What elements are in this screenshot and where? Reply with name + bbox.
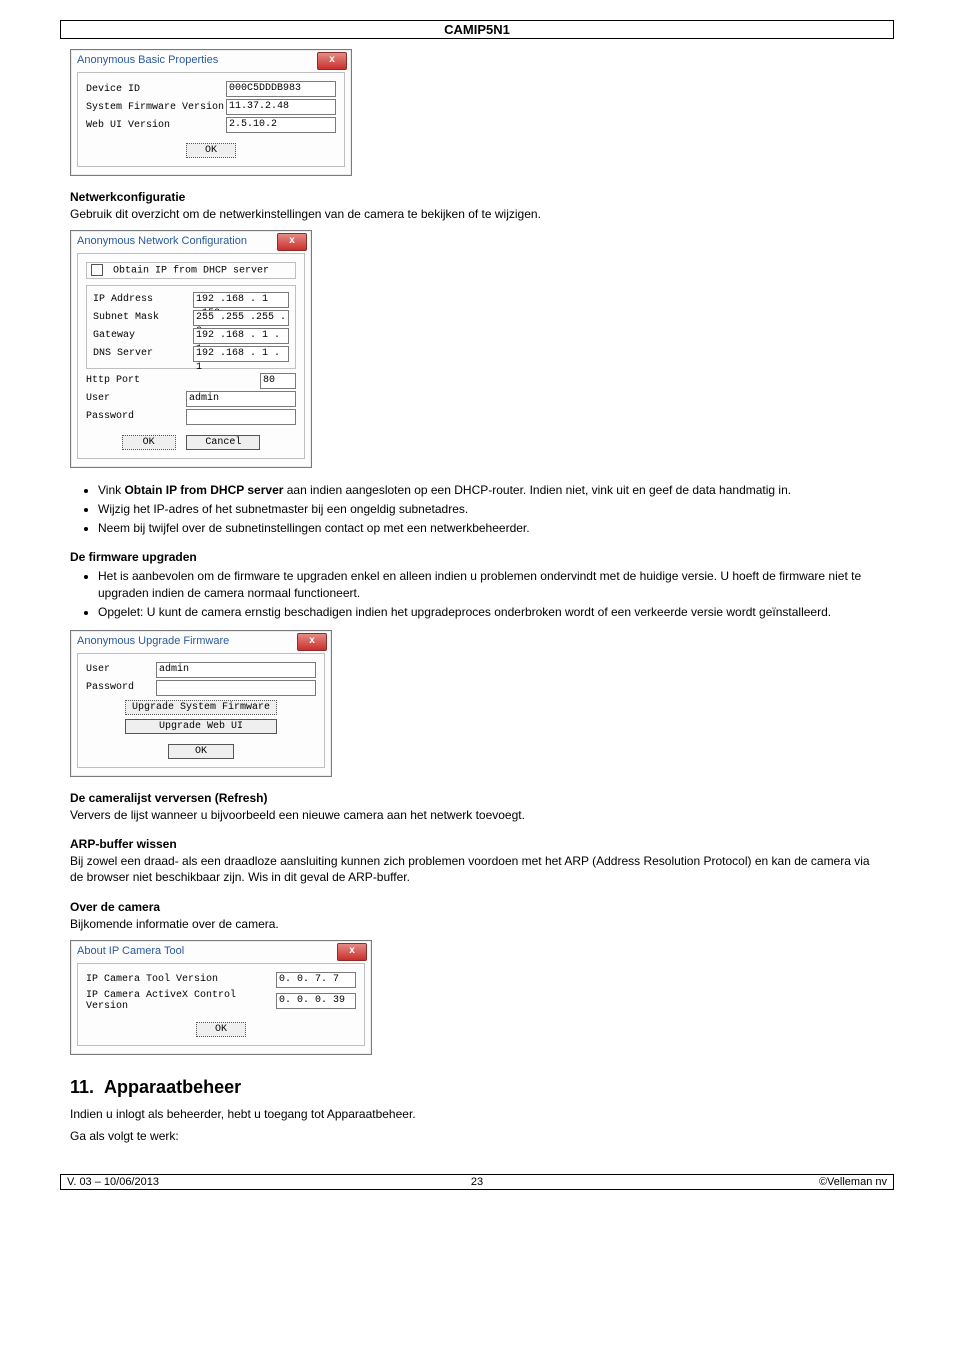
chapter-heading: 11. Apparaatbeheer [70,1077,884,1098]
dialog-basic-properties: Anonymous Basic Properties x Device ID 0… [70,49,352,176]
subnet-mask-input[interactable]: 255 .255 .255 . 0 [193,310,289,326]
dialog-title-text: Anonymous Upgrade Firmware [77,635,229,647]
ip-address-input[interactable]: 192 .168 . 1 .150 [193,292,289,308]
para-network-config: Gebruik dit overzicht om de netwerkinste… [70,206,884,222]
ip-address-label: IP Address [93,294,193,305]
dns-server-label: DNS Server [93,348,193,359]
chapter-number: 11. [70,1077,94,1097]
web-ui-version-value: 2.5.10.2 [226,117,336,133]
firmware-version-value: 11.37.2.48 [226,99,336,115]
list-item: Neem bij twijfel over de subnetinstellin… [98,520,884,536]
user-input[interactable]: admin [186,391,296,407]
dialog-title: About IP Camera Tool x [71,941,371,963]
page-header: CAMIP5N1 [60,20,894,39]
upgrade-system-firmware-button[interactable]: Upgrade System Firmware [125,700,277,715]
firmware-version-label: System Firmware Version [86,102,226,113]
dialog-upgrade-firmware: Anonymous Upgrade Firmware x User admin … [70,630,332,777]
heading-network-config: Netwerkconfiguratie [70,190,884,204]
dialog-title-text: About IP Camera Tool [77,945,184,957]
heading-arp-buffer: ARP-buffer wissen [70,837,884,851]
footer-version: V. 03 – 10/06/2013 [61,1175,338,1189]
dhcp-checkbox-row[interactable]: Obtain IP from DHCP server [86,262,296,279]
activex-version-label: IP Camera ActiveX Control Version [86,990,276,1012]
dns-server-input[interactable]: 192 .168 . 1 . 1 [193,346,289,362]
user-label: User [86,664,156,675]
heading-refresh-list: De cameralijst verversen (Refresh) [70,791,884,805]
device-id-label: Device ID [86,84,226,95]
device-id-value: 000C5DDDB983 [226,81,336,97]
tool-version-value: 0. 0. 7. 7 [276,972,356,988]
user-input[interactable]: admin [156,662,316,678]
http-port-input[interactable]: 80 [260,373,296,389]
para-about-camera: Bijkomende informatie over de camera. [70,916,884,932]
footer-page-number: 23 [338,1175,615,1189]
password-input[interactable] [156,680,316,696]
footer-copyright: ©Velleman nv [616,1175,893,1189]
dhcp-label: Obtain IP from DHCP server [113,266,269,277]
chapter-title: Apparaatbeheer [104,1077,241,1097]
dialog-title: Anonymous Network Configuration x [71,231,311,253]
password-label: Password [86,411,186,422]
ok-button[interactable]: OK [168,744,234,759]
dialog-title: Anonymous Basic Properties x [71,50,351,72]
cancel-button[interactable]: Cancel [186,435,260,450]
dialog-title-text: Anonymous Network Configuration [77,235,247,247]
checkbox-icon[interactable] [91,264,103,276]
http-port-label: Http Port [86,375,186,386]
para-refresh-list: Ververs de lijst wanneer u bijvoorbeeld … [70,807,884,823]
gateway-input[interactable]: 192 .168 . 1 . 1 [193,328,289,344]
close-icon[interactable]: x [337,943,367,961]
text: aan indien aangesloten op een DHCP-route… [283,483,791,497]
tool-version-label: IP Camera Tool Version [86,974,276,985]
text-bold: Obtain IP from DHCP server [124,483,283,497]
dialog-network-config: Anonymous Network Configuration x Obtain… [70,230,312,468]
close-icon[interactable]: x [277,233,307,251]
list-item: Wijzig het IP-adres of het subnetmaster … [98,501,884,517]
user-label: User [86,393,186,404]
ok-button[interactable]: OK [196,1022,246,1037]
para-arp-buffer: Bij zowel een draad- als een draadloze a… [70,853,884,885]
dialog-title-text: Anonymous Basic Properties [77,54,218,66]
gateway-label: Gateway [93,330,193,341]
bullet-list-firmware: Het is aanbevolen om de firmware te upgr… [70,568,884,620]
list-item: Vink Obtain IP from DHCP server aan indi… [98,482,884,498]
text: Vink [98,483,124,497]
dialog-title: Anonymous Upgrade Firmware x [71,631,331,653]
upgrade-web-ui-button[interactable]: Upgrade Web UI [125,719,277,734]
close-icon[interactable]: x [297,633,327,651]
bullet-list-network: Vink Obtain IP from DHCP server aan indi… [70,482,884,537]
list-item: Het is aanbevolen om de firmware te upgr… [98,568,884,600]
password-label: Password [86,682,156,693]
activex-version-value: 0. 0. 0. 39 [276,993,356,1009]
subnet-mask-label: Subnet Mask [93,312,193,323]
web-ui-version-label: Web UI Version [86,120,226,131]
password-input[interactable] [186,409,296,425]
ok-button[interactable]: OK [122,435,176,450]
heading-about-camera: Over de camera [70,900,884,914]
ok-button[interactable]: OK [186,143,236,158]
close-icon[interactable]: x [317,52,347,70]
chapter-para-1: Indien u inlogt als beheerder, hebt u to… [70,1106,884,1122]
heading-firmware-upgrade: De firmware upgraden [70,550,884,564]
dialog-about-tool: About IP Camera Tool x IP Camera Tool Ve… [70,940,372,1055]
list-item: Opgelet: U kunt de camera ernstig bescha… [98,604,884,620]
chapter-para-2: Ga als volgt te werk: [70,1128,884,1144]
page-footer: V. 03 – 10/06/2013 23 ©Velleman nv [60,1174,894,1190]
